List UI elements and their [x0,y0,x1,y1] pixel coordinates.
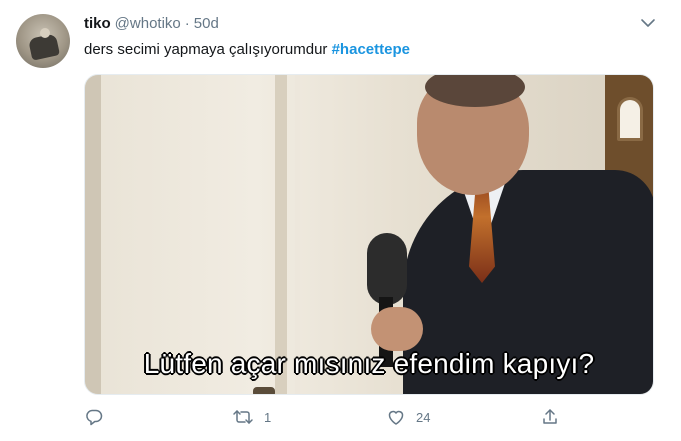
retweet-count: 1 [264,409,272,425]
media-window-pane [617,97,643,141]
media-door-edge [85,75,101,394]
tweet-timestamp[interactable]: 50d [194,15,219,32]
share-icon [540,407,560,427]
retweet-button[interactable]: 1 [232,406,271,428]
like-icon [386,407,406,427]
retweet-icon [232,407,254,427]
media-door-knob [253,387,275,394]
media-door-frame-highlight [295,75,300,394]
tweet-media[interactable]: Lütfen açar mısınız efendim kapıyı? [84,74,654,395]
caret-down-icon[interactable] [639,16,657,30]
hashtag-link[interactable]: #hacettepe [332,41,410,58]
media-microphone [367,233,407,305]
tweet-text-plain: ders secimi yapmaya çalışıyorumdur [84,41,332,58]
media-person-hand [371,307,423,351]
tweet[interactable]: tiko @whotiko · 50d ders secimi yapmaya … [0,0,681,441]
author-name[interactable]: tiko [84,15,111,32]
reply-button[interactable] [84,406,114,428]
avatar[interactable] [16,14,70,68]
like-button[interactable]: 24 [386,406,430,428]
tweet-actions: 1 24 [84,402,654,432]
share-button[interactable] [540,406,560,428]
avatar-head [40,28,50,38]
media-subtitle: Lütfen açar mısınız efendim kapıyı? [143,348,595,379]
tweet-header: tiko @whotiko · 50d [84,15,219,35]
author-handle[interactable]: @whotiko [115,15,181,32]
header-separator: · [184,15,190,32]
media-door-frame [275,75,287,394]
reply-icon [84,407,104,427]
tweet-text: ders secimi yapmaya çalışıyorumdur #hace… [84,41,410,58]
like-count: 24 [416,409,431,425]
